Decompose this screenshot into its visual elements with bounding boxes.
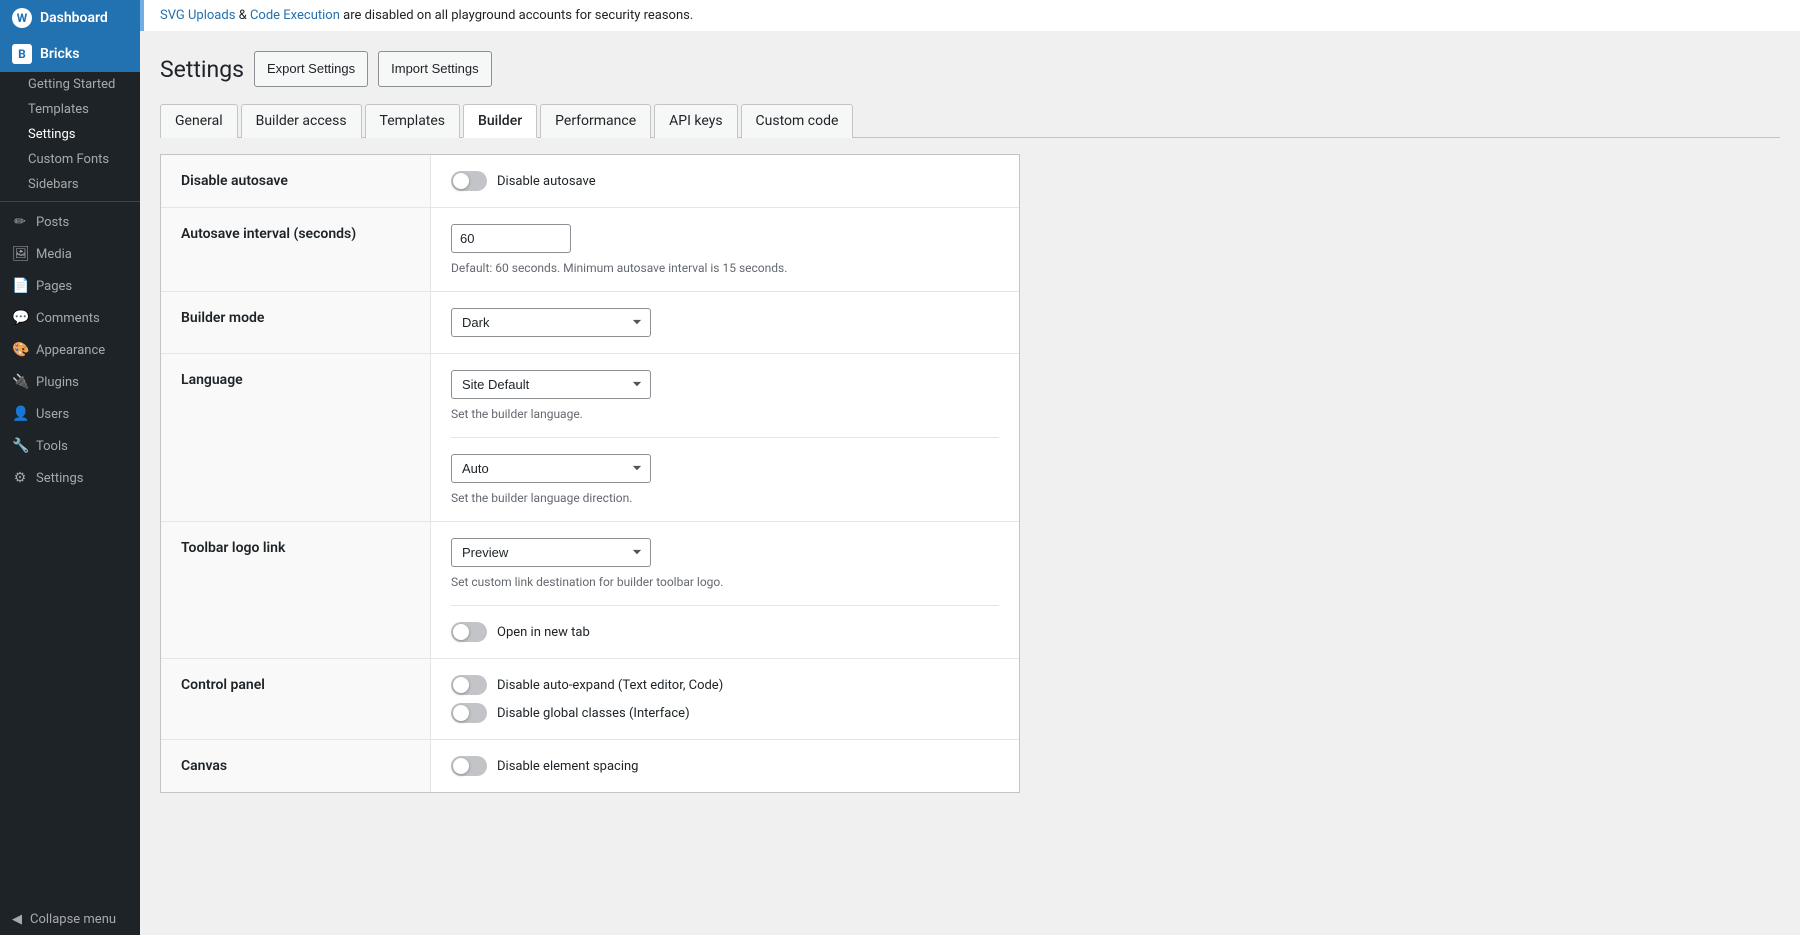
settings-row-toolbar-logo: Toolbar logo link Preview Dashboard Cust… (161, 522, 1019, 659)
settings-row-builder-mode: Builder mode Dark Light Auto (161, 292, 1019, 354)
toggle-row-element-spacing: Disable element spacing (451, 756, 999, 776)
language-divider (451, 437, 999, 438)
toggle-disable-auto-expand[interactable] (451, 675, 487, 695)
notice-bar: SVG Uploads & Code Execution are disable… (140, 0, 1800, 31)
sidebar-item-tools[interactable]: 🔧 Tools (0, 430, 140, 462)
notice-message: are disabled on all playground accounts … (343, 8, 693, 23)
page-header: Settings Export Settings Import Settings (160, 51, 1780, 87)
bricks-nav-item[interactable]: B Bricks (0, 36, 140, 72)
posts-icon: ✏ (12, 214, 28, 230)
control-autosave-interval: Default: 60 seconds. Minimum autosave in… (431, 208, 1019, 291)
toggle-open-new-tab[interactable] (451, 622, 487, 642)
toggle-disable-autosave[interactable] (451, 171, 487, 191)
toggle-disable-element-spacing[interactable] (451, 756, 487, 776)
control-canvas: Disable element spacing (431, 740, 1019, 792)
appearance-icon: 🎨 (12, 342, 28, 358)
label-disable-autosave: Disable autosave (161, 155, 431, 207)
autosave-hint: Default: 60 seconds. Minimum autosave in… (451, 261, 999, 275)
sidebar-item-templates[interactable]: Templates (0, 97, 140, 122)
code-execution-link[interactable]: Code Execution (250, 8, 340, 23)
sidebar-item-users[interactable]: 👤 Users (0, 398, 140, 430)
dashboard-label: Dashboard (40, 10, 108, 26)
label-language: Language (161, 354, 431, 521)
language-select[interactable]: Site Default English French German Spani… (451, 370, 651, 399)
tab-custom-code[interactable]: Custom code (741, 104, 854, 138)
tab-performance[interactable]: Performance (540, 104, 651, 138)
tabs-bar: General Builder access Templates Builder… (160, 103, 1780, 138)
plugins-icon: 🔌 (12, 374, 28, 390)
settings-icon: ⚙ (12, 470, 28, 486)
control-toolbar-logo: Preview Dashboard Custom Set custom link… (431, 522, 1019, 658)
toggle-label-global-classes: Disable global classes (Interface) (497, 706, 690, 721)
control-disable-autosave: Disable autosave (431, 155, 1019, 207)
tab-general[interactable]: General (160, 104, 238, 138)
main-area: SVG Uploads & Code Execution are disable… (140, 0, 1800, 935)
media-icon: 🖼 (12, 246, 28, 262)
label-autosave-interval: Autosave interval (seconds) (161, 208, 431, 291)
toggle-label-autosave: Disable autosave (497, 174, 596, 189)
sidebar-item-appearance[interactable]: 🎨 Appearance (0, 334, 140, 366)
toggle-label-auto-expand: Disable auto-expand (Text editor, Code) (497, 678, 723, 693)
label-toolbar-logo: Toolbar logo link (161, 522, 431, 658)
toolbar-logo-hint: Set custom link destination for builder … (451, 575, 999, 589)
sidebar-item-comments[interactable]: 💬 Comments (0, 302, 140, 334)
toggle-row-global-classes: Disable global classes (Interface) (451, 703, 999, 723)
sidebar-item-sidebars[interactable]: Sidebars (0, 172, 140, 197)
toggle-row-auto-expand: Disable auto-expand (Text editor, Code) (451, 675, 999, 695)
language-direction-hint: Set the builder language direction. (451, 491, 999, 505)
control-language: Site Default English French German Spani… (431, 354, 1019, 521)
export-settings-button[interactable]: Export Settings (254, 51, 368, 87)
tab-templates[interactable]: Templates (365, 104, 461, 138)
sidebar-item-plugins[interactable]: 🔌 Plugins (0, 366, 140, 398)
pages-icon: 📄 (12, 278, 28, 294)
toggle-label-element-spacing: Disable element spacing (497, 759, 638, 774)
comments-icon: 💬 (12, 310, 28, 326)
sidebar-item-custom-fonts[interactable]: Custom Fonts (0, 147, 140, 172)
autosave-interval-input[interactable] (451, 224, 571, 253)
settings-row-control-panel: Control panel Disable auto-expand (Text … (161, 659, 1019, 740)
label-canvas: Canvas (161, 740, 431, 792)
language-direction-select[interactable]: Auto LTR RTL (451, 454, 651, 483)
users-icon: 👤 (12, 406, 28, 422)
settings-row-language: Language Site Default English French Ger… (161, 354, 1019, 522)
sidebar-item-pages[interactable]: 📄 Pages (0, 270, 140, 302)
import-settings-button[interactable]: Import Settings (378, 51, 491, 87)
builder-mode-select[interactable]: Dark Light Auto (451, 308, 651, 337)
sidebar-item-settings[interactable]: ⚙ Settings (0, 462, 140, 494)
content-area: Settings Export Settings Import Settings… (140, 31, 1800, 935)
page-title: Settings (160, 56, 244, 83)
tab-api-keys[interactable]: API keys (654, 104, 737, 138)
sidebar: W Dashboard B Bricks Getting Started Tem… (0, 0, 140, 935)
control-control-panel: Disable auto-expand (Text editor, Code) … (431, 659, 1019, 739)
sidebar-item-posts[interactable]: ✏ Posts (0, 206, 140, 238)
wp-icon: W (12, 8, 32, 28)
settings-row-disable-autosave: Disable autosave Disable autosave (161, 155, 1019, 208)
tab-builder-access[interactable]: Builder access (241, 104, 362, 138)
sidebar-item-getting-started[interactable]: Getting Started (0, 72, 140, 97)
toggle-row-new-tab: Open in new tab (451, 622, 999, 642)
tab-builder[interactable]: Builder (463, 104, 537, 138)
dashboard-nav-item[interactable]: W Dashboard (0, 0, 140, 36)
label-builder-mode: Builder mode (161, 292, 431, 353)
sidebar-item-media[interactable]: 🖼 Media (0, 238, 140, 270)
settings-row-autosave-interval: Autosave interval (seconds) Default: 60 … (161, 208, 1019, 292)
toolbar-divider (451, 605, 999, 606)
collapse-icon: ◀ (12, 912, 22, 927)
settings-row-canvas: Canvas Disable element spacing (161, 740, 1019, 792)
toolbar-logo-select[interactable]: Preview Dashboard Custom (451, 538, 651, 567)
bricks-label: Bricks (40, 46, 79, 62)
label-control-panel: Control panel (161, 659, 431, 739)
bricks-icon: B (12, 44, 32, 64)
settings-table: Disable autosave Disable autosave Autosa… (160, 154, 1020, 793)
tools-icon: 🔧 (12, 438, 28, 454)
toggle-row-autosave: Disable autosave (451, 171, 999, 191)
control-builder-mode: Dark Light Auto (431, 292, 1019, 353)
language-hint: Set the builder language. (451, 407, 999, 421)
toggle-label-new-tab: Open in new tab (497, 625, 590, 640)
svg-uploads-link[interactable]: SVG Uploads (160, 8, 235, 23)
sidebar-item-settings[interactable]: Settings (0, 122, 140, 147)
toggle-disable-global-classes[interactable] (451, 703, 487, 723)
collapse-menu-button[interactable]: ◀ Collapse menu (0, 904, 140, 935)
